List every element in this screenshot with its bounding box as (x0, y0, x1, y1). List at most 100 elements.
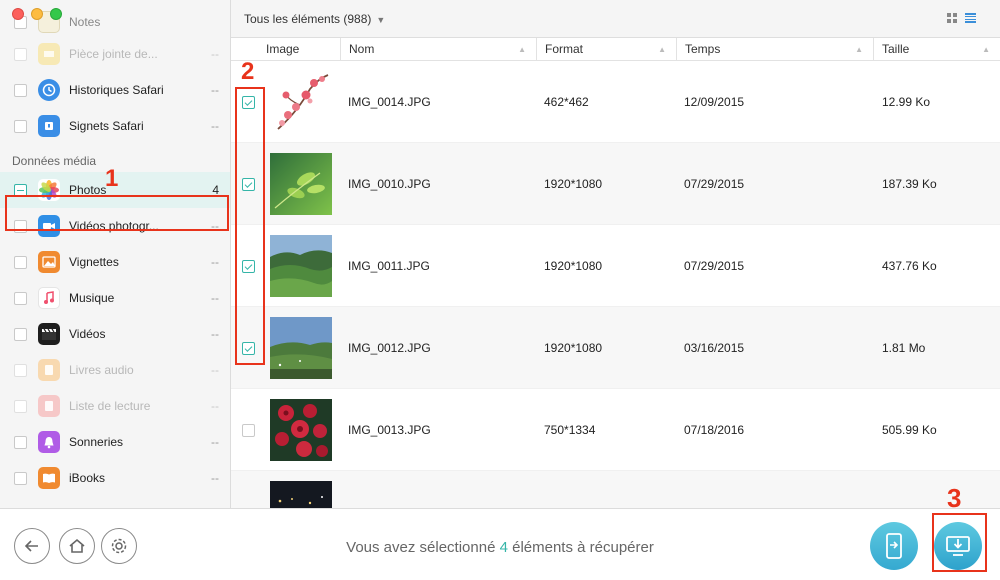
sidebar-item-count: -- (211, 363, 219, 377)
photo-thumbnail (270, 317, 332, 379)
sidebar-item-label: Historiques Safari (69, 83, 164, 97)
file-name: IMG_0013.JPG (348, 423, 431, 437)
sidebar-item-thumbnails[interactable]: Vignettes -- (0, 244, 230, 280)
sidebar-item-label: Notes (69, 15, 101, 29)
sidebar: Notes Pièce jointe de... -- Historiques … (0, 0, 231, 508)
sidebar-item-playlists[interactable]: Liste de lecture -- (0, 388, 230, 424)
sidebar-item-label: Vidéos (69, 327, 106, 341)
column-header-size[interactable]: Taille ▲ (873, 38, 1000, 61)
sidebar-item-label: Signets Safari (69, 119, 144, 133)
sidebar-item-count: -- (211, 83, 219, 97)
sidebar-item-ringtones[interactable]: Sonneries -- (0, 424, 230, 460)
annotation-box-1 (5, 195, 229, 231)
photo-thumbnail (270, 235, 332, 297)
list-view-icon[interactable] (965, 13, 976, 23)
file-list: IMG_0014.JPG 462*462 12/09/2015 12.99 Ko… (231, 61, 1000, 508)
table-row[interactable] (231, 471, 1000, 508)
playlist-icon (38, 395, 60, 417)
grid-view-icon[interactable] (947, 13, 957, 23)
checkbox[interactable] (14, 435, 27, 449)
selection-status: Vous avez sélectionné 4 éléments à récup… (0, 539, 1000, 556)
column-header-label: Image (266, 42, 300, 56)
sidebar-item-count: -- (211, 255, 219, 269)
table-row[interactable]: IMG_0010.JPG 1920*1080 07/29/2015 187.39… (231, 143, 1000, 225)
sort-arrow-icon: ▲ (658, 45, 666, 54)
view-toggle (947, 13, 976, 23)
sidebar-item-label: Pièce jointe de... (69, 47, 158, 61)
sidebar-item-label: Livres audio (69, 363, 134, 377)
recover-to-device-button[interactable] (870, 522, 918, 570)
photo-thumbnail (270, 71, 332, 133)
photo-thumbnail (270, 399, 332, 461)
sidebar-item-count: -- (211, 399, 219, 413)
table-row[interactable]: IMG_0013.JPG 750*1334 07/18/2016 505.99 … (231, 389, 1000, 471)
window-controls (12, 8, 62, 20)
minimize-window-button[interactable] (31, 8, 43, 20)
checkbox[interactable] (14, 83, 27, 97)
close-window-button[interactable] (12, 8, 24, 20)
file-size: 505.99 Ko (882, 423, 937, 437)
status-suffix: éléments à récupérer (507, 539, 654, 556)
sort-arrow-icon: ▲ (855, 45, 863, 54)
sidebar-item-safari-bookmarks[interactable]: Signets Safari -- (0, 108, 230, 144)
row-checkbox[interactable] (242, 424, 255, 437)
filter-dropdown-label: Tous les éléments (988) (244, 12, 372, 26)
sidebar-item-ibooks[interactable]: iBooks -- (0, 460, 230, 496)
file-name: IMG_0012.JPG (348, 341, 431, 355)
content-header: Tous les éléments (988) ▼ (231, 0, 1000, 38)
sidebar-item-count: -- (211, 119, 219, 133)
file-name: IMG_0011.JPG (348, 259, 430, 273)
file-format: 1920*1080 (544, 341, 603, 355)
thumbnails-icon (38, 251, 60, 273)
sidebar-item-safari-history[interactable]: Historiques Safari -- (0, 72, 230, 108)
annotation-box-3 (932, 513, 987, 572)
sidebar-item-music[interactable]: Musique -- (0, 280, 230, 316)
column-header-label: Temps (685, 42, 721, 56)
photo-thumbnail (270, 153, 332, 215)
file-format: 1920*1080 (544, 177, 603, 191)
annotation-number-3: 3 (947, 483, 962, 513)
file-time: 07/18/2016 (684, 423, 745, 437)
checkbox[interactable] (14, 327, 27, 341)
sidebar-item-videos[interactable]: Vidéos -- (0, 316, 230, 352)
sidebar-item-label: iBooks (69, 471, 106, 485)
sidebar-item-label: Musique (69, 291, 115, 305)
sidebar-item-attachments[interactable]: Pièce jointe de... -- (0, 36, 230, 72)
column-header-name[interactable]: Nom ▲ (340, 38, 536, 61)
column-header-time[interactable]: Temps ▲ (676, 38, 873, 61)
checkbox[interactable] (14, 119, 27, 133)
clapper-icon (38, 323, 60, 345)
table-row[interactable]: IMG_0012.JPG 1920*1080 03/16/2015 1.81 M… (231, 307, 1000, 389)
filter-dropdown[interactable]: Tous les éléments (988) ▼ (244, 12, 385, 26)
sidebar-list: Notes Pièce jointe de... -- Historiques … (0, 11, 230, 496)
file-size: 12.99 Ko (882, 95, 931, 109)
annotation-number-2: 2 (241, 58, 255, 85)
column-header-format[interactable]: Format ▲ (536, 38, 676, 61)
checkbox[interactable] (14, 291, 27, 305)
safari-history-icon (38, 79, 60, 101)
file-format: 462*462 (544, 95, 589, 109)
audiobook-icon (38, 359, 60, 381)
checkbox[interactable] (14, 47, 27, 61)
zoom-window-button[interactable] (50, 8, 62, 20)
table-header: Image Nom ▲ Format ▲ Temps ▲ Taille ▲ (231, 38, 1000, 61)
sidebar-item-label: Vignettes (69, 255, 119, 269)
sidebar-item-count: -- (211, 327, 219, 341)
table-row[interactable]: IMG_0011.JPG 1920*1080 07/29/2015 437.76… (231, 225, 1000, 307)
checkbox[interactable] (14, 471, 27, 485)
bell-icon (38, 431, 60, 453)
attachment-icon (38, 43, 60, 65)
sidebar-item-audiobooks[interactable]: Livres audio -- (0, 352, 230, 388)
file-size: 1.81 Mo (882, 341, 926, 355)
file-format: 750*1334 (544, 423, 596, 437)
table-row[interactable]: IMG_0014.JPG 462*462 12/09/2015 12.99 Ko (231, 61, 1000, 143)
annotation-number-1: 1 (105, 165, 119, 192)
status-count: 4 (499, 539, 508, 556)
checkbox[interactable] (14, 399, 27, 413)
sidebar-item-count: -- (211, 435, 219, 449)
file-time: 07/29/2015 (684, 177, 745, 191)
caret-down-icon: ▼ (376, 15, 386, 25)
file-time: 07/29/2015 (684, 259, 745, 273)
checkbox[interactable] (14, 363, 27, 377)
checkbox[interactable] (14, 255, 27, 269)
